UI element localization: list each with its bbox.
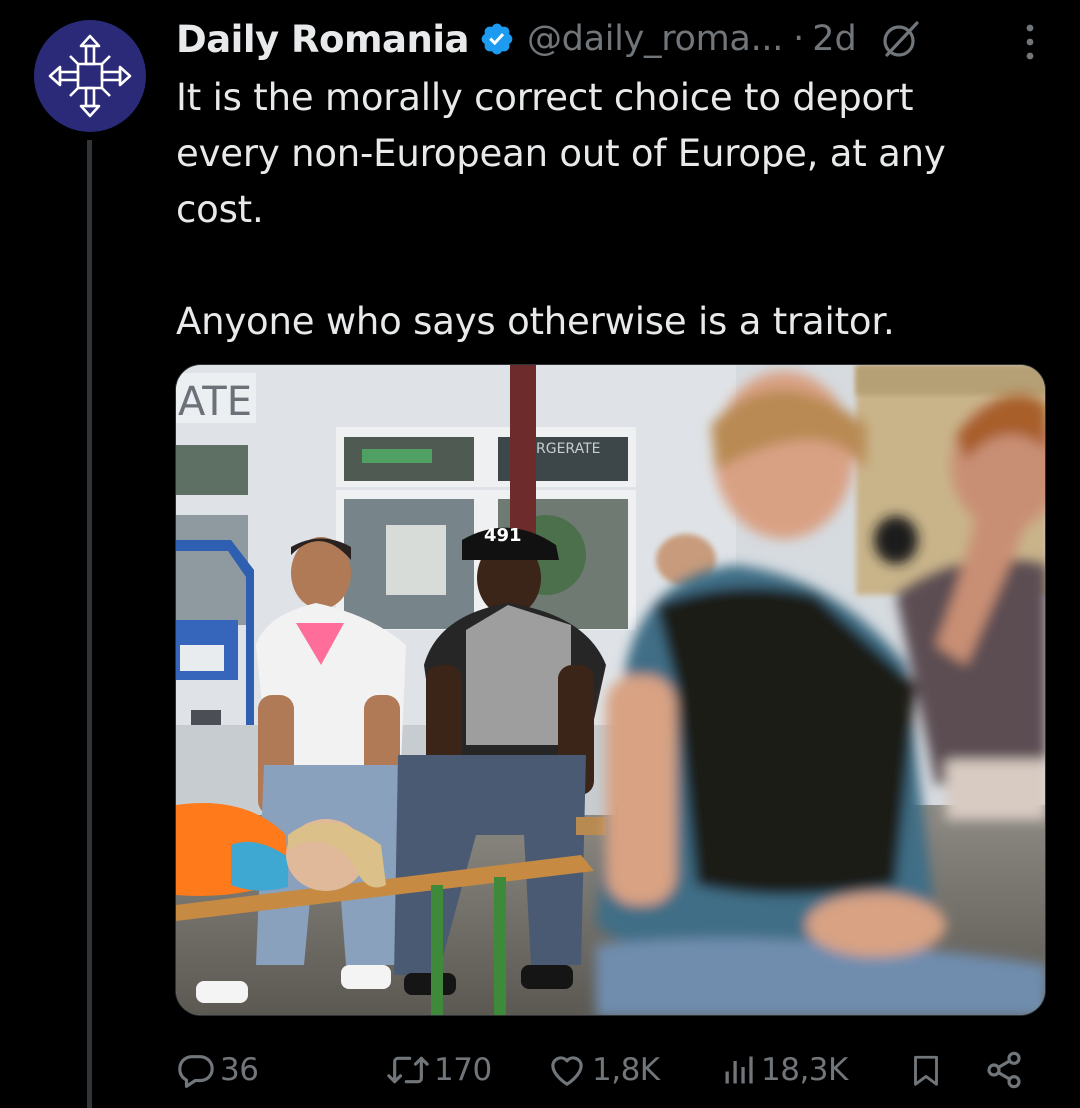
bookmark-icon xyxy=(914,1055,938,1086)
cap-text: 491 xyxy=(484,525,522,546)
separator-dot: · xyxy=(793,19,805,59)
reply-button[interactable]: 36 xyxy=(176,1048,259,1092)
reply-icon xyxy=(178,1055,214,1088)
grok-icon[interactable] xyxy=(879,17,923,61)
bookmark-button[interactable] xyxy=(908,1048,944,1092)
tweet-header: Daily Romania @daily_roma... · 2d xyxy=(176,14,923,64)
action-bar: 36 170 1,8K 18,3K xyxy=(176,1040,1046,1100)
tweet: Daily Romania @daily_roma... · 2d It is … xyxy=(0,0,1080,1108)
tweet-paragraph: Anyone who says otherwise is a traitor. xyxy=(176,300,895,343)
share-button[interactable] xyxy=(984,1048,1024,1092)
display-name[interactable]: Daily Romania xyxy=(176,18,469,61)
avatar[interactable] xyxy=(34,20,146,132)
like-button[interactable]: 1,8K xyxy=(546,1048,660,1092)
views-icon xyxy=(725,1056,753,1084)
reply-count: 36 xyxy=(220,1052,259,1088)
repost-count: 170 xyxy=(434,1052,492,1088)
thread-line xyxy=(87,140,92,1108)
tweet-photo[interactable]: ATE RGERATE 491 xyxy=(175,364,1046,1016)
verified-badge-icon[interactable] xyxy=(479,21,515,57)
share-icon xyxy=(987,1051,1021,1089)
more-options-icon[interactable] xyxy=(1024,22,1036,62)
sign-text: RGERATE xyxy=(536,441,600,457)
cross-emblem-icon xyxy=(48,34,132,118)
views-count: 18,3K xyxy=(761,1052,848,1088)
repost-icon xyxy=(387,1056,429,1084)
like-count: 1,8K xyxy=(592,1052,660,1088)
repost-button[interactable]: 170 xyxy=(386,1048,492,1092)
tweet-paragraph: It is the morally correct choice to depo… xyxy=(176,76,946,231)
views-button[interactable]: 18,3K xyxy=(721,1048,848,1092)
photo-illustration: ATE RGERATE 491 xyxy=(176,365,1045,1015)
tweet-text: It is the morally correct choice to depo… xyxy=(176,70,1026,350)
sign-text: ATE xyxy=(178,379,252,425)
heart-icon xyxy=(551,1056,583,1086)
timestamp[interactable]: 2d xyxy=(812,19,857,59)
account-handle[interactable]: @daily_roma... xyxy=(527,19,783,59)
